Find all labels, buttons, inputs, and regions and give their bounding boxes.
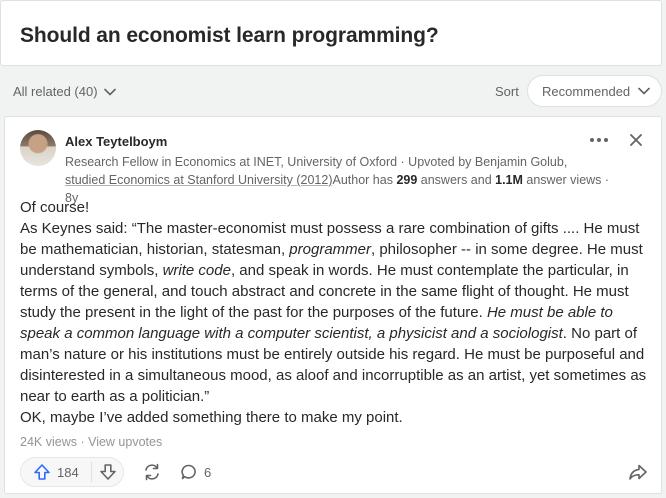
more-options-button[interactable] — [588, 132, 610, 148]
sort-value: Recommended — [542, 83, 631, 99]
answer-views-label: answer views — [522, 173, 602, 187]
all-related-filter[interactable]: All related (40) — [13, 84, 116, 99]
comment-count: 6 — [204, 464, 212, 480]
views-count-label: 24K views — [20, 435, 77, 449]
answers-and-label: answers and — [417, 173, 496, 187]
downvote-button[interactable] — [92, 458, 123, 486]
views-count: 1.1M — [495, 173, 523, 187]
author-name[interactable]: Alex Teytelboym — [65, 134, 167, 149]
all-related-label: All related (40) — [13, 84, 98, 99]
action-bar: 184 6 — [20, 457, 650, 487]
upvoted-by[interactable]: Upvoted by Benjamin Golub, — [408, 155, 567, 169]
close-button[interactable] — [627, 131, 645, 149]
avatar[interactable] — [20, 130, 56, 166]
share-forward-icon — [628, 463, 648, 481]
arrow-up-icon — [33, 463, 51, 481]
answer-paragraph: As Keynes said: “The master-economist mu… — [20, 218, 650, 407]
filter-bar: All related (40) Sort Recommended — [0, 73, 666, 109]
author-has-label: Author has — [332, 173, 397, 187]
sort-label: Sort — [495, 84, 519, 99]
chevron-down-icon — [103, 88, 116, 96]
question-title[interactable]: Should an economist learn programming? — [20, 24, 439, 48]
view-upvotes-link[interactable]: View upvotes — [88, 435, 162, 449]
answers-count: 299 — [396, 173, 418, 187]
share-button[interactable] — [626, 457, 650, 487]
upvote-count: 184 — [57, 464, 79, 480]
more-horizontal-icon — [589, 137, 609, 143]
author-credential[interactable]: Research Fellow in Economics at INET, Un… — [65, 155, 397, 169]
separator: · — [76, 435, 89, 449]
answer-stats: 24K views · View upvotes — [20, 435, 162, 449]
answer-card: Alex Teytelboym Research Fellow in Econo… — [4, 116, 662, 494]
arrow-down-icon — [99, 463, 117, 481]
question-card: Should an economist learn programming? — [0, 0, 662, 66]
answer-paragraph: OK, maybe I’ve added something there to … — [20, 409, 403, 426]
comment-button[interactable]: 6 — [180, 457, 211, 487]
vote-pill: 184 — [20, 457, 124, 487]
separator: · — [397, 155, 409, 169]
close-icon — [629, 133, 643, 147]
answer-emphasis: write code — [162, 262, 231, 279]
upvote-button[interactable]: 184 — [21, 458, 91, 486]
answer-paragraph: Of course! — [20, 199, 90, 216]
comment-icon — [180, 463, 198, 481]
answer-emphasis: programmer — [289, 241, 371, 258]
repost-icon — [142, 462, 162, 482]
repost-button[interactable] — [138, 457, 166, 487]
answer-body: Of course! As Keynes said: “The master-e… — [20, 197, 650, 428]
chevron-down-icon — [638, 87, 650, 95]
studied-credential[interactable]: studied Economics at Stanford University… — [65, 173, 333, 187]
separator: · — [601, 173, 610, 187]
sort-dropdown[interactable]: Recommended — [527, 75, 662, 107]
